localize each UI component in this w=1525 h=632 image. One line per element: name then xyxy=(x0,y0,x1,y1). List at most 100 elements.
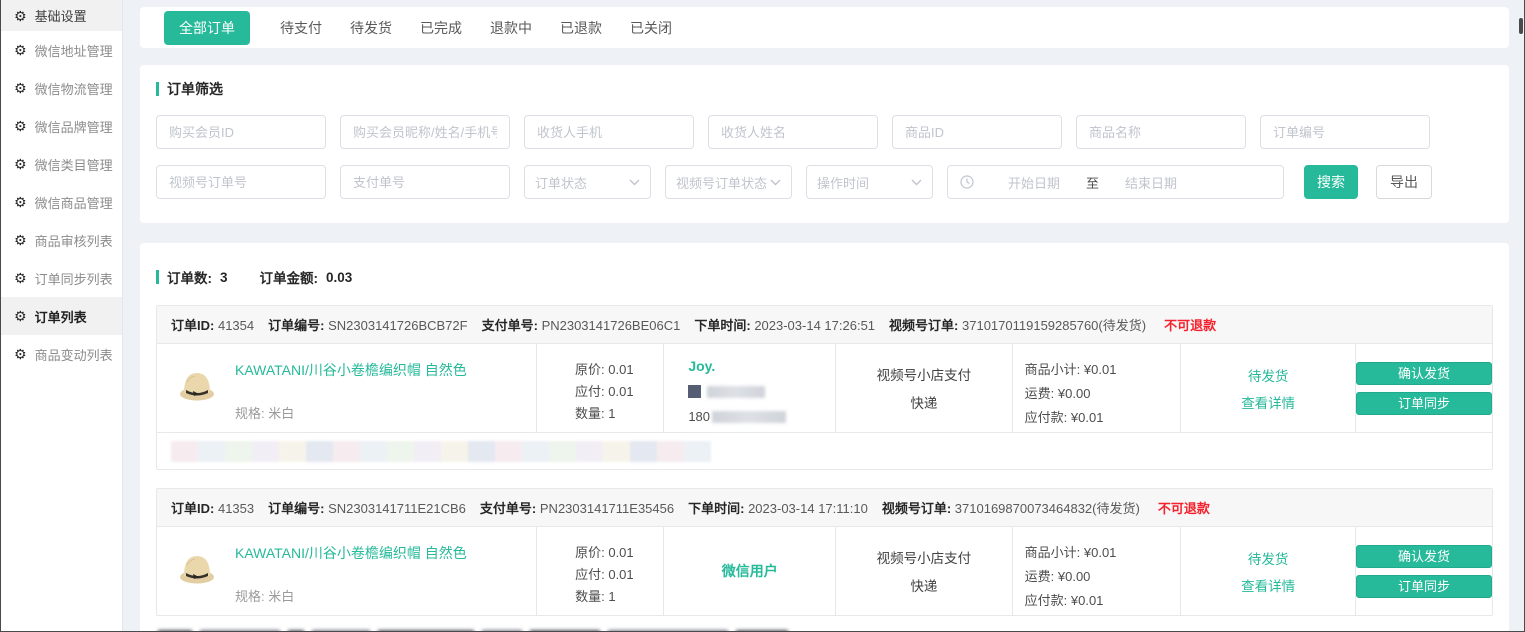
sidebar-item-label: 微信品牌管理 xyxy=(35,117,113,136)
filter-row-2: 订单状态 视频号订单状态 操作时间 开始日期 至 结束日期 搜索 xyxy=(156,165,1495,199)
sidebar-item-wechat-product[interactable]: ⚙微信商品管理 xyxy=(1,183,122,221)
sidebar-item-product-change-list[interactable]: ⚙ 商品变动列表 xyxy=(1,335,122,373)
product-spec: 规格: 米白 xyxy=(235,403,467,422)
buyer-nickname: 微信用户 xyxy=(722,561,778,581)
buyer-cell: 微信用户 xyxy=(663,527,835,615)
start-date-placeholder: 开始日期 xyxy=(1008,173,1060,192)
operation-time-select[interactable]: 操作时间 xyxy=(806,165,933,199)
order-video-no: 视频号订单: 3710169870073464832(待发货) xyxy=(882,498,1140,517)
confirm-ship-button[interactable]: 确认发货 xyxy=(1356,545,1492,568)
sidebar-item-label: 订单列表 xyxy=(35,307,87,326)
scrollbar-thumb[interactable] xyxy=(1519,18,1523,34)
orders-list-panel: 订单数: 3 订单金额: 0.03 订单ID: 41354 订单编号: SN23… xyxy=(140,243,1509,632)
freight: 运费: ¥0.00 xyxy=(1025,565,1181,589)
buyer-nickname-input[interactable] xyxy=(340,115,510,149)
masked-buyer-phone: 180 xyxy=(688,409,835,424)
sidebar-item-wechat-logistics[interactable]: ⚙微信物流管理 xyxy=(1,69,122,107)
payment-method: 视频号小店支付 xyxy=(877,364,972,384)
gear-icon: ⚙ xyxy=(14,81,27,95)
order-sync-button[interactable]: 订单同步 xyxy=(1356,392,1492,415)
video-order-status-select[interactable]: 视频号订单状态 xyxy=(665,165,792,199)
gear-icon: ⚙ xyxy=(14,157,27,171)
tab-pending-shipment[interactable]: 待发货 xyxy=(350,18,392,38)
product-name-link[interactable]: KAWATANI/川谷小卷檐编织帽 自然色 xyxy=(235,543,467,563)
masked-address xyxy=(171,441,1492,462)
receiver-phone-input[interactable] xyxy=(524,115,694,149)
original-price: 原价: 0.01 xyxy=(575,359,663,381)
view-detail-link[interactable]: 查看详情 xyxy=(1241,392,1295,412)
order-filter-panel: 订单筛选 订单状态 视频号订单状态 xyxy=(140,65,1509,223)
order-header: 订单ID: 41354 订单编号: SN2303141726BCB72F 支付单… xyxy=(157,306,1492,344)
shipping-method: 快递 xyxy=(910,575,937,595)
subtotal: 商品小计: ¥0.01 xyxy=(1025,358,1181,382)
order-id: 订单ID: 41353 xyxy=(171,498,254,517)
order-status-select[interactable]: 订单状态 xyxy=(524,165,651,199)
sidebar: ⚙基础设置 ⚙微信地址管理 ⚙微信物流管理 ⚙微信品牌管理 ⚙微信类目管理 ⚙微… xyxy=(1,0,123,631)
product-id-input[interactable] xyxy=(892,115,1062,149)
sidebar-item-label: 微信商品管理 xyxy=(35,193,113,212)
order-id: 订单ID: 41354 xyxy=(171,315,254,334)
actions-cell: 确认发货 订单同步 xyxy=(1355,527,1492,615)
payable-price: 应付: 0.01 xyxy=(575,564,663,586)
payment-cell: 视频号小店支付 快递 xyxy=(835,344,1012,432)
subtotal: 商品小计: ¥0.01 xyxy=(1025,541,1181,565)
sidebar-item-basic-settings[interactable]: ⚙基础设置 xyxy=(1,0,122,31)
sidebar-item-product-audit-list[interactable]: ⚙商品审核列表 xyxy=(1,221,122,259)
sidebar-item-label: 商品变动列表 xyxy=(35,345,113,364)
gear-icon: ⚙ xyxy=(14,233,27,247)
price-cell: 原价: 0.01 应付: 0.01 数量: 1 xyxy=(536,344,663,432)
export-button[interactable]: 导出 xyxy=(1376,165,1432,199)
product-name-input[interactable] xyxy=(1076,115,1246,149)
sidebar-item-wechat-brand[interactable]: ⚙微信品牌管理 xyxy=(1,107,122,145)
amount-due: 应付款: ¥0.01 xyxy=(1025,406,1181,430)
order-row: 订单ID: 41353 订单编号: SN2303141711E21CB6 支付单… xyxy=(156,488,1493,616)
operation-time-select-value: 操作时间 xyxy=(817,173,869,192)
clock-icon xyxy=(960,175,974,189)
end-date-placeholder: 结束日期 xyxy=(1125,173,1177,192)
tab-pending-payment[interactable]: 待支付 xyxy=(280,18,322,38)
orders-count-value: 3 xyxy=(220,270,228,285)
amounts-cell: 商品小计: ¥0.01 运费: ¥0.00 应付款: ¥0.01 xyxy=(1012,344,1181,432)
product-name-link[interactable]: KAWATANI/川谷小卷檐编织帽 自然色 xyxy=(235,360,467,380)
order-body: KAWATANI/川谷小卷檐编织帽 自然色 规格: 米白 原价: 0.01 应付… xyxy=(157,527,1492,615)
order-status-select-value: 订单状态 xyxy=(535,173,587,192)
receiver-name-input[interactable] xyxy=(708,115,878,149)
search-button[interactable]: 搜索 xyxy=(1304,165,1358,199)
product-cell: KAWATANI/川谷小卷檐编织帽 自然色 规格: 米白 xyxy=(157,344,536,432)
view-detail-link[interactable]: 查看详情 xyxy=(1241,575,1295,595)
sidebar-item-order-list[interactable]: ⚙ 订单列表 xyxy=(1,297,122,335)
status-cell: 待发货 查看详情 xyxy=(1180,527,1355,615)
payment-no-input[interactable] xyxy=(340,165,510,199)
actions-cell: 确认发货 订单同步 xyxy=(1355,344,1492,432)
sidebar-item-order-sync-list[interactable]: ⚙订单同步列表 xyxy=(1,259,122,297)
filter-row-1 xyxy=(156,115,1495,149)
quantity: 数量: 1 xyxy=(575,586,663,608)
sidebar-item-label: 订单同步列表 xyxy=(35,269,113,288)
tab-refunded[interactable]: 已退款 xyxy=(560,18,602,38)
tab-completed[interactable]: 已完成 xyxy=(420,18,462,38)
sidebar-item-label: 微信类目管理 xyxy=(35,155,113,174)
main-content: 全部订单 待支付 待发货 已完成 退款中 已退款 已关闭 订单筛选 xyxy=(124,0,1524,632)
gear-icon: ⚙ xyxy=(14,347,27,361)
title-accent-bar xyxy=(156,82,159,96)
date-range-picker[interactable]: 开始日期 至 结束日期 xyxy=(947,165,1284,199)
product-image-hat xyxy=(173,543,221,591)
order-pay-no: 支付单号: PN2303141711E35456 xyxy=(480,498,674,517)
sidebar-item-wechat-address[interactable]: ⚙微信地址管理 xyxy=(1,31,122,69)
product-cell: KAWATANI/川谷小卷檐编织帽 自然色 规格: 米白 xyxy=(157,527,536,615)
order-header: 订单ID: 41353 订单编号: SN2303141711E21CB6 支付单… xyxy=(157,489,1492,527)
quantity: 数量: 1 xyxy=(575,403,663,425)
tab-refunding[interactable]: 退款中 xyxy=(490,18,532,38)
order-time: 下单时间: 2023-03-14 17:11:10 xyxy=(688,498,868,517)
orders-amount-value: 0.03 xyxy=(326,270,352,285)
confirm-ship-button[interactable]: 确认发货 xyxy=(1356,362,1492,385)
gear-icon: ⚙ xyxy=(14,309,27,323)
video-order-no-input[interactable] xyxy=(156,165,326,199)
order-sn: 订单编号: SN2303141711E21CB6 xyxy=(268,498,466,517)
tab-closed[interactable]: 已关闭 xyxy=(630,18,672,38)
buyer-member-id-input[interactable] xyxy=(156,115,326,149)
tab-all-orders[interactable]: 全部订单 xyxy=(164,11,250,45)
order-sync-button[interactable]: 订单同步 xyxy=(1356,575,1492,598)
sidebar-item-wechat-category[interactable]: ⚙ 微信类目管理 xyxy=(1,145,122,183)
order-sn-input[interactable] xyxy=(1260,115,1430,149)
